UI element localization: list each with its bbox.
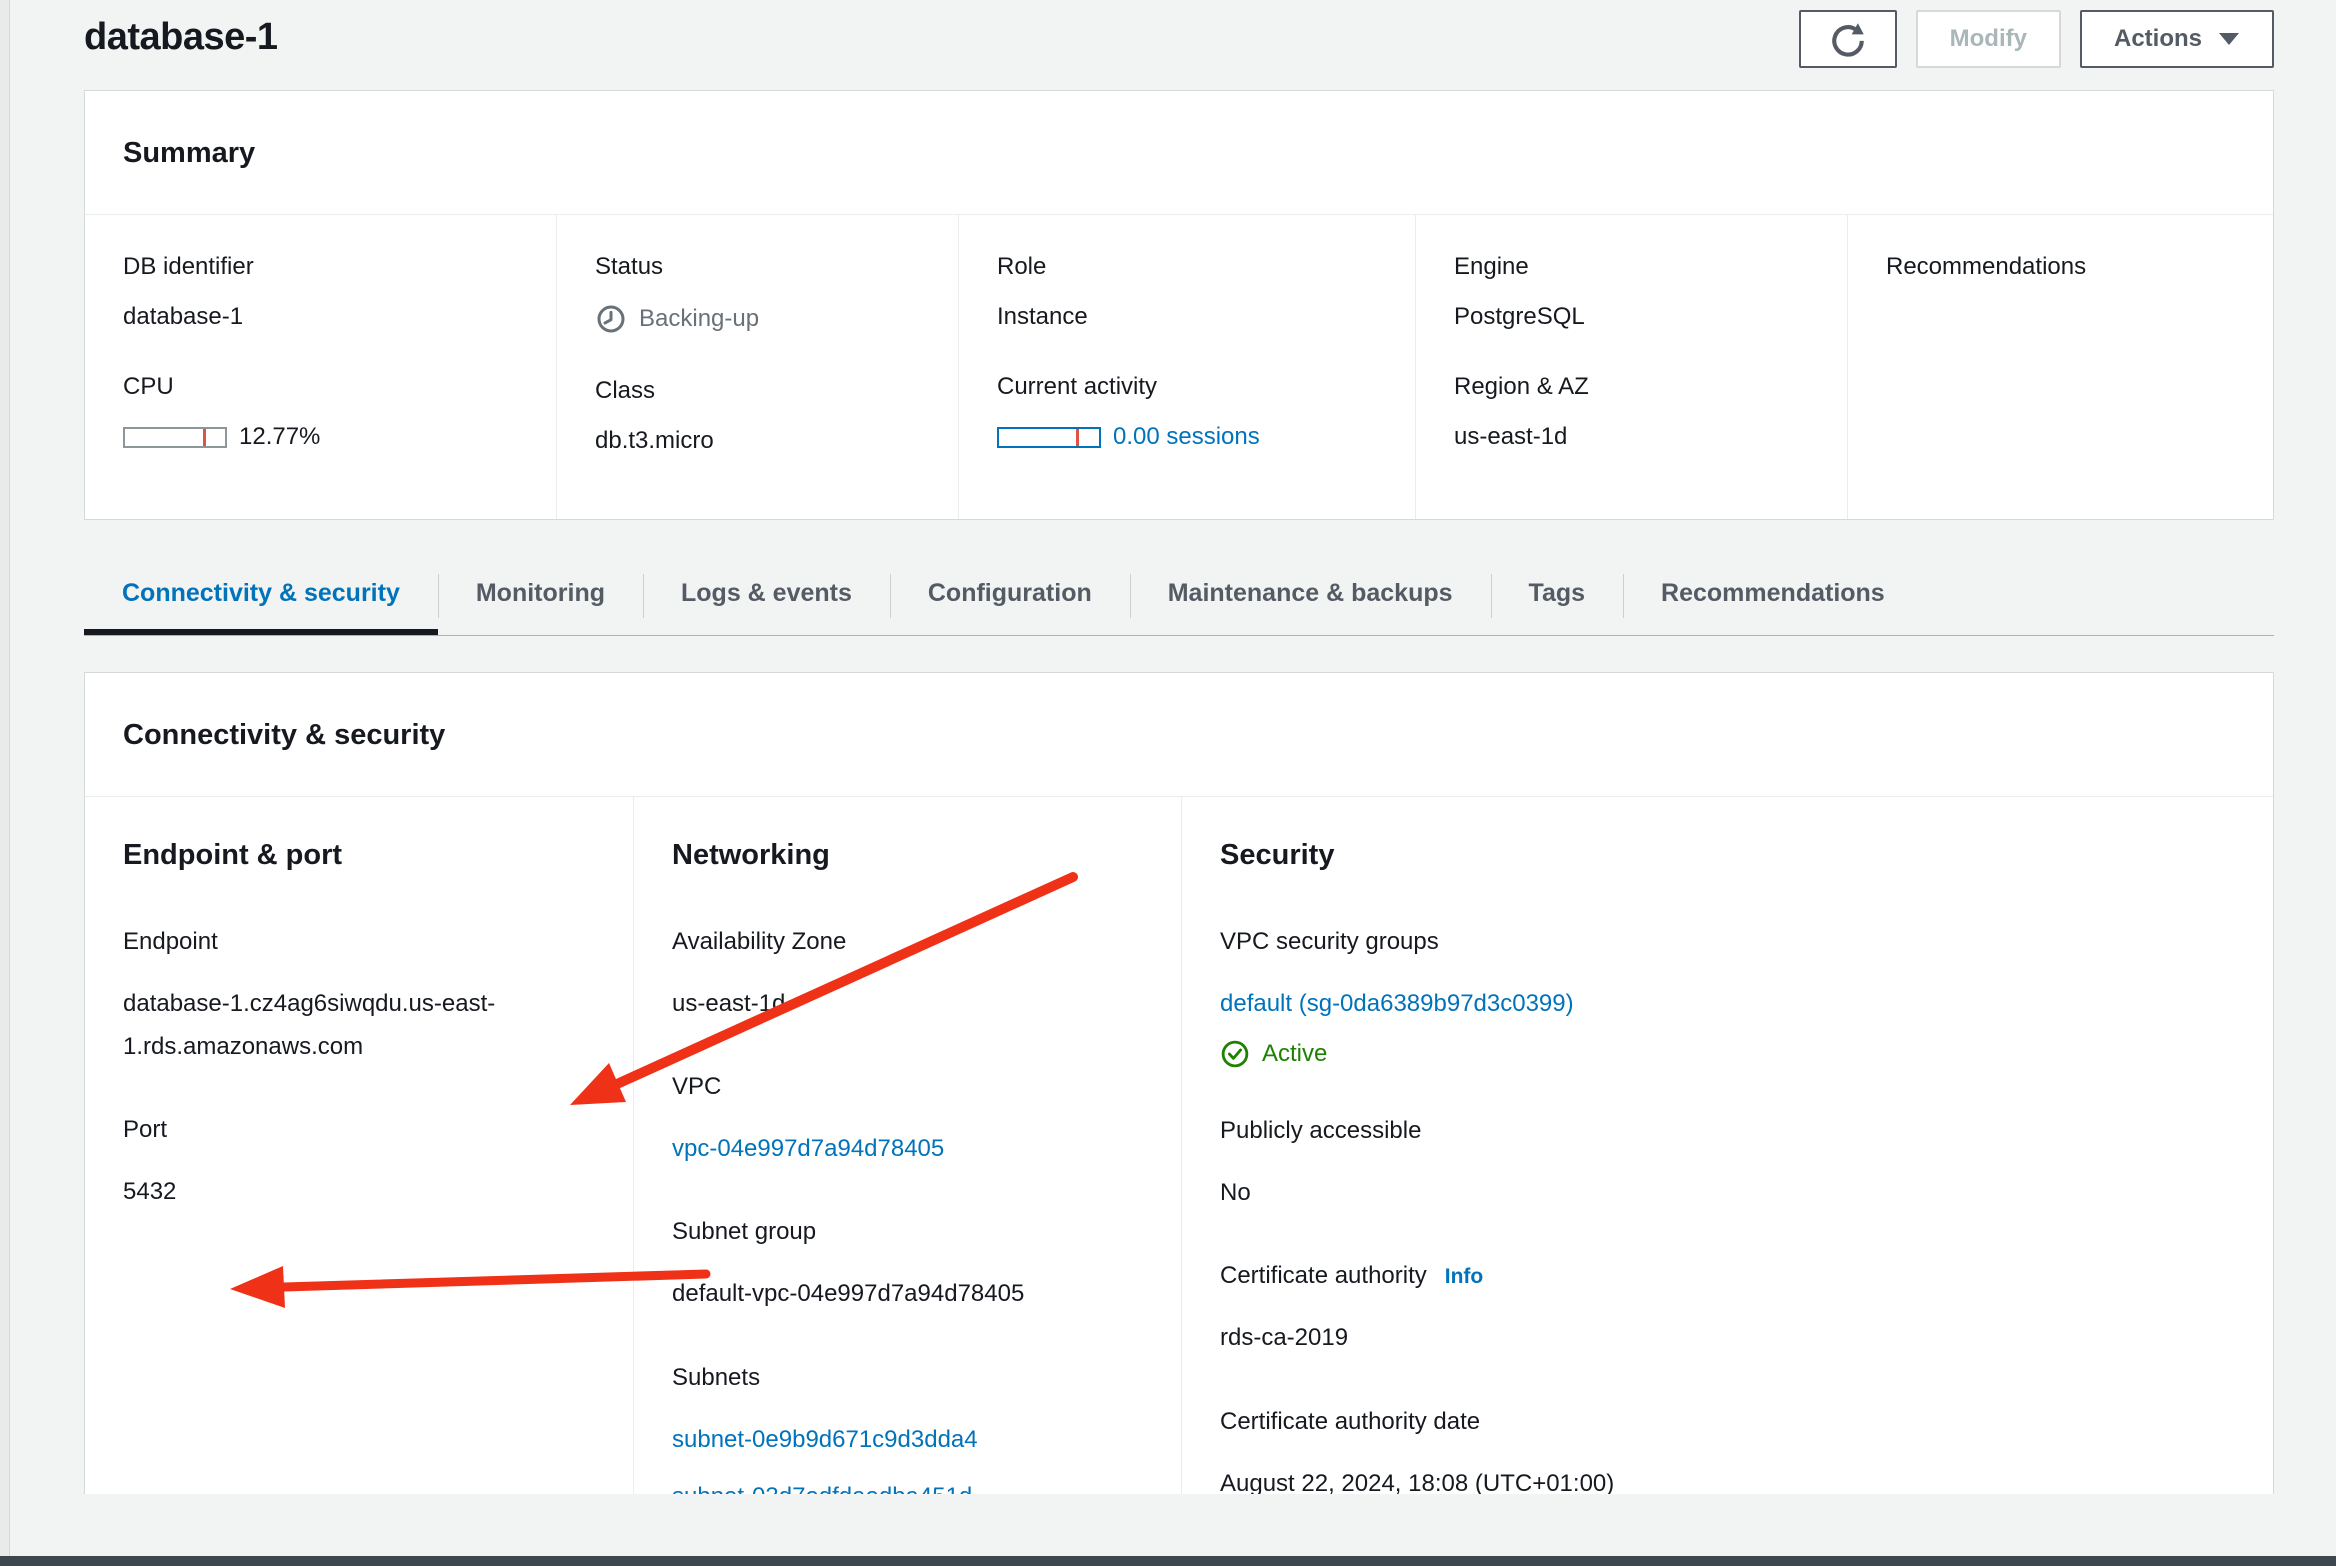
actions-button[interactable]: Actions [2080,10,2274,68]
certificate-authority-value: rds-ca-2019 [1220,1316,2235,1359]
connectivity-panel-header: Connectivity & security [85,673,2273,796]
vpc-link[interactable]: vpc-04e997d7a94d78405 [672,1135,944,1162]
cpu-value: 12.77% [239,423,320,451]
summary-col-status: Status Backing-up Class db.t3.micro [556,215,958,519]
vpc-security-groups-label: VPC security groups [1220,928,2235,956]
certificate-authority-info-link[interactable]: Info [1445,1265,1483,1289]
summary-title: Summary [123,137,2235,170]
region-az-label: Region & AZ [1454,373,1809,401]
tab-logs-events[interactable]: Logs & events [643,554,890,635]
endpoint-label: Endpoint [123,928,595,956]
activity-meter-tick [1076,429,1079,446]
networking-section: Networking Availability Zone us-east-1d … [633,797,1181,1494]
tab-configuration[interactable]: Configuration [890,554,1130,635]
page-title: database-1 [84,16,278,59]
tab-monitoring[interactable]: Monitoring [438,554,643,635]
subnet-group-label: Subnet group [672,1218,1143,1246]
refresh-icon [1826,17,1870,61]
subnet-group-value: default-vpc-04e997d7a94d78405 [672,1272,1143,1315]
engine-value: PostgreSQL [1454,303,1809,331]
class-value: db.t3.micro [595,427,920,455]
activity-meter [997,427,1101,448]
detail-tabs: Connectivity & security Monitoring Logs … [84,554,2274,636]
certificate-authority-date-value: August 22, 2024, 18:08 (UTC+01:00) [1220,1462,2235,1494]
cpu-label: CPU [123,373,518,401]
engine-label: Engine [1454,253,1809,281]
summary-col-identifier: DB identifier database-1 CPU 12.77% [85,215,556,519]
security-title: Security [1220,839,2235,872]
check-circle-icon [1220,1039,1250,1069]
recommendations-label: Recommendations [1886,253,2235,281]
availability-zone-label: Availability Zone [672,928,1143,956]
region-az-value: us-east-1d [1454,423,1809,451]
vpc-label: VPC [672,1073,1143,1101]
db-identifier-value: database-1 [123,303,518,331]
tab-tags[interactable]: Tags [1491,554,1624,635]
status-label: Status [595,253,920,281]
subnet-link-1[interactable]: subnet-0e9b9d671c9d3dda4 [672,1418,1143,1461]
role-value: Instance [997,303,1377,331]
endpoint-port-title: Endpoint & port [123,839,595,872]
security-group-status: Active [1262,1040,1327,1068]
modify-button[interactable]: Modify [1916,10,2061,68]
summary-col-role: Role Instance Current activity 0.00 sess… [958,215,1415,519]
status-value: Backing-up [639,305,759,333]
connectivity-title: Connectivity & security [123,719,2235,752]
publicly-accessible-label: Publicly accessible [1220,1117,2235,1145]
tab-connectivity-security[interactable]: Connectivity & security [84,554,438,635]
summary-col-engine: Engine PostgreSQL Region & AZ us-east-1d [1415,215,1847,519]
availability-zone-value: us-east-1d [672,982,1143,1025]
refresh-button[interactable] [1799,10,1897,68]
security-section: Security VPC security groups default (sg… [1181,797,2273,1494]
summary-grid: DB identifier database-1 CPU 12.77% Stat… [85,214,2273,519]
window-left-edge [0,0,10,1566]
summary-panel: Summary DB identifier database-1 CPU 12.… [84,90,2274,520]
tab-recommendations[interactable]: Recommendations [1623,554,1923,635]
networking-title: Networking [672,839,1143,872]
current-activity-label: Current activity [997,373,1377,401]
port-label: Port [123,1116,595,1144]
header-actions: Modify Actions [1799,10,2274,68]
role-label: Role [997,253,1377,281]
subnet-link-2[interactable]: subnet-03d7edfdaedba451d [672,1475,1143,1494]
caret-down-icon [2218,31,2240,47]
summary-panel-header: Summary [85,91,2273,214]
subnets-label: Subnets [672,1364,1143,1392]
certificate-authority-date-label: Certificate authority date [1220,1408,2235,1436]
certificate-authority-label: Certificate authority [1220,1262,1427,1290]
db-identifier-label: DB identifier [123,253,518,281]
clock-icon [595,303,627,335]
publicly-accessible-value: No [1220,1171,2235,1214]
connectivity-grid: Endpoint & port Endpoint database-1.cz4a… [85,796,2273,1494]
actions-button-label: Actions [2114,25,2202,53]
endpoint-value: database-1.cz4ag6siwqdu.us-east-1.rds.am… [123,982,515,1068]
security-group-link[interactable]: default (sg-0da6389b97d3c0399) [1220,990,1574,1017]
summary-col-recommendations: Recommendations [1847,215,2273,519]
activity-sessions-link[interactable]: 0.00 sessions [1113,423,1260,451]
modify-button-label: Modify [1950,25,2027,53]
connectivity-security-panel: Connectivity & security Endpoint & port … [84,672,2274,1494]
cpu-meter-tick [203,429,206,446]
class-label: Class [595,377,920,405]
cpu-meter [123,427,227,448]
endpoint-port-section: Endpoint & port Endpoint database-1.cz4a… [85,797,633,1494]
page-header: database-1 Modify Actions [0,0,2336,68]
window-bottom-edge [0,1556,2336,1566]
port-value: 5432 [123,1170,595,1213]
tab-maintenance-backups[interactable]: Maintenance & backups [1130,554,1491,635]
